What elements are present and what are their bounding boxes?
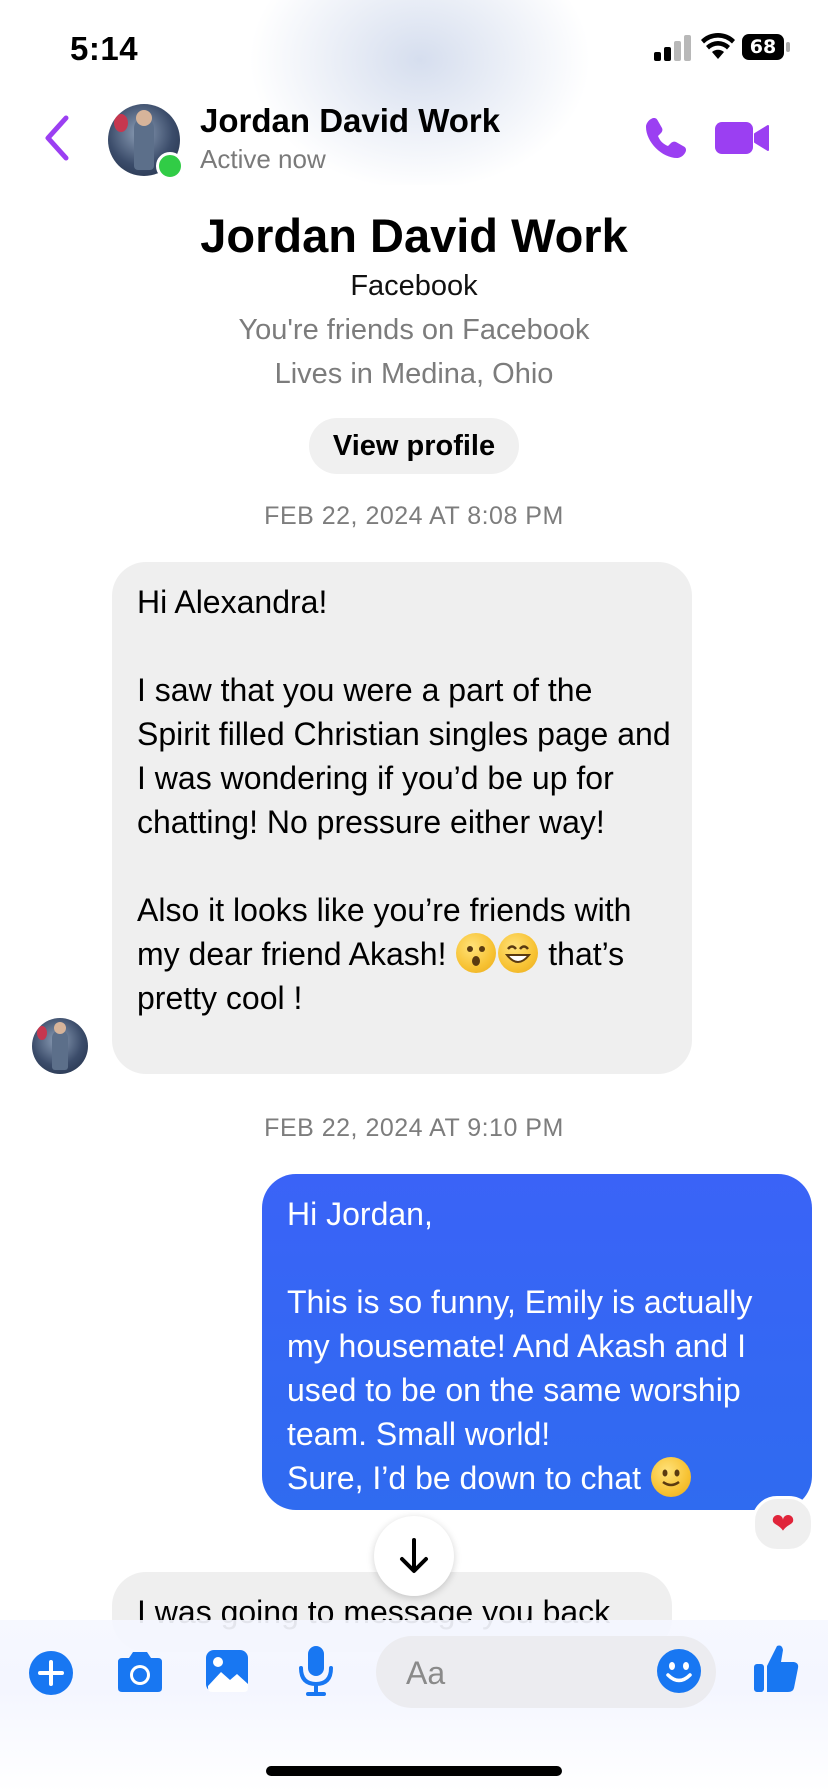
phone-call-icon[interactable]: [642, 114, 690, 162]
message-input-placeholder: Aa: [406, 1655, 446, 1691]
profile-platform: Facebook: [350, 270, 478, 302]
cellular-signal-icon: [654, 35, 691, 61]
incoming-message-bubble[interactable]: Hi Alexandra! I saw that you were a part…: [112, 562, 692, 1074]
back-chevron-icon[interactable]: [40, 112, 74, 164]
thumbs-up-icon[interactable]: [752, 1642, 800, 1694]
header-active-status: Active now: [200, 144, 326, 174]
video-call-icon[interactable]: [714, 118, 770, 158]
photo-gallery-icon[interactable]: [204, 1648, 250, 1694]
plus-circle-icon[interactable]: [28, 1650, 74, 1696]
wifi-icon: [701, 32, 735, 59]
slightly-smiling-face-emoji: [650, 1457, 691, 1497]
battery-level: 68: [749, 36, 777, 58]
message-timestamp: FEB 22, 2024 AT 8:08 PM: [264, 502, 564, 530]
profile-friendship: You're friends on Facebook: [238, 314, 590, 346]
microphone-icon[interactable]: [296, 1644, 336, 1698]
heart-reaction[interactable]: ❤: [752, 1496, 814, 1552]
surprised-face-emoji: [456, 933, 497, 973]
status-time: 5:14: [70, 30, 139, 67]
emoji-icon[interactable]: [656, 1648, 702, 1694]
online-indicator: [156, 152, 184, 180]
profile-location: Lives in Medina, Ohio: [274, 358, 554, 390]
view-profile-button[interactable]: View profile: [309, 418, 519, 474]
message-text: Hi Alexandra! I saw that you were a part…: [137, 584, 671, 972]
grinning-face-emoji: [498, 933, 539, 973]
message-timestamp: FEB 22, 2024 AT 9:10 PM: [264, 1114, 564, 1142]
message-text: Hi Jordan, This is so funny, Emily is ac…: [287, 1196, 753, 1496]
sender-avatar[interactable]: [32, 1018, 88, 1074]
camera-icon[interactable]: [114, 1650, 166, 1694]
home-indicator: [266, 1766, 562, 1776]
profile-name: Jordan David Work: [200, 209, 628, 262]
arrow-down-icon: [400, 1538, 428, 1573]
battery-icon: 68: [742, 34, 790, 62]
header-contact-name[interactable]: Jordan David Work: [200, 102, 500, 140]
scroll-to-bottom-button[interactable]: [374, 1516, 454, 1596]
outgoing-message-bubble[interactable]: Hi Jordan, This is so funny, Emily is ac…: [262, 1174, 812, 1510]
